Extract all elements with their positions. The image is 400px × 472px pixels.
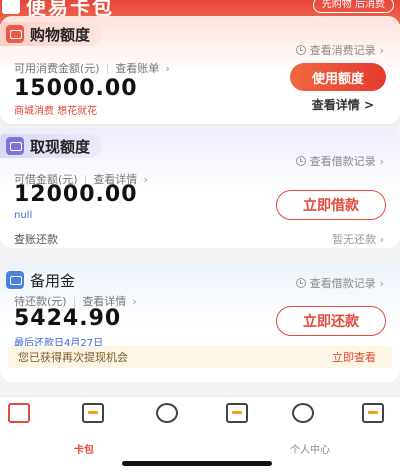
shopping-amount: 15000.00 [14, 76, 138, 101]
shop-first-pill[interactable]: 先购物 后消费 [312, 0, 394, 13]
edit-mark [368, 411, 378, 414]
reserve-fund-tag: 备用金 [0, 268, 87, 292]
shopping-detail-link[interactable]: 查看详情 > [312, 96, 374, 113]
edit-icon[interactable] [362, 403, 384, 423]
chevron-right-icon: › [165, 61, 170, 75]
tab-icon-row [0, 403, 400, 425]
cash-credit-tag: 取现额度 [0, 134, 103, 158]
clock-icon [295, 278, 306, 288]
card-stripe [88, 411, 98, 414]
notice-bar[interactable]: 您已获得再次提现机会 立即查看 [8, 346, 392, 368]
reserve-borrow-record-label: 查看借款记录 [309, 277, 376, 290]
home-indicator [122, 461, 272, 466]
notice-action-link[interactable]: 立即查看 [332, 349, 376, 365]
brand-logo-icon [2, 0, 20, 14]
cash-credit-title: 取现额度 [30, 137, 91, 156]
cash-amount: 12000.00 [14, 182, 138, 207]
gear-icon[interactable] [292, 403, 314, 423]
shopping-credit-card: 购物额度 查看消费记录 › 可用消费金额(元) | 查看账单 › 15000.0… [0, 16, 400, 124]
shopping-slogan: 商城消费 想花就花 [14, 106, 98, 117]
available-amount-label: 可用消费金额(元) [14, 62, 100, 75]
clock-icon [295, 45, 306, 55]
reserve-fund-title: 备用金 [30, 271, 76, 290]
consumption-record-link[interactable]: 查看消费记录 › [295, 42, 384, 58]
help-mark [232, 411, 242, 414]
cash-credit-card: 取现额度 查看借款记录 › 可借金额(元) | 查看详情 › 12000.00 … [0, 128, 400, 248]
headset-icon[interactable] [156, 403, 178, 423]
reserve-fund-icon [6, 271, 24, 289]
no-repay-status[interactable]: 暂无还款 › [332, 231, 384, 247]
shopping-credit-tag: 购物额度 [0, 22, 103, 46]
chevron-right-icon: › [132, 294, 137, 308]
bill-link[interactable]: 查看账单 [115, 60, 159, 76]
cash-bottom-row: 查账还款 暂无还款 › [14, 231, 384, 247]
shopping-bag-icon [6, 25, 24, 43]
consumption-record-label: 查看消费记录 [309, 44, 376, 57]
cash-note: null [14, 210, 33, 221]
chevron-right-icon: › [379, 276, 384, 290]
borrow-now-button[interactable]: 立即借款 [276, 190, 386, 220]
borrow-record-link[interactable]: 查看借款记录 › [295, 153, 384, 169]
help-icon[interactable] [226, 403, 248, 423]
tab-wallet-label[interactable]: 卡包 [74, 441, 94, 456]
card-icon[interactable] [82, 403, 104, 423]
chevron-right-icon: › [379, 43, 384, 57]
use-credit-button[interactable]: 使用额度 [290, 63, 386, 91]
check-repay-link[interactable]: 查账还款 [14, 231, 58, 247]
wallet-icon [6, 137, 24, 155]
divider: | [105, 61, 110, 75]
chevron-right-icon: › [143, 172, 148, 186]
shopping-credit-title: 购物额度 [30, 25, 91, 44]
reserve-amount: 5424.90 [14, 306, 122, 331]
borrow-record-label: 查看借款记录 [309, 155, 376, 168]
repay-now-button[interactable]: 立即还款 [276, 306, 386, 336]
notice-text: 您已获得再次提现机会 [18, 351, 128, 364]
store-icon[interactable] [8, 403, 30, 423]
tab-profile-label[interactable]: 个人中心 [290, 441, 330, 456]
bottom-tab-bar: 卡包 个人中心 [0, 396, 400, 472]
reserve-borrow-record-link[interactable]: 查看借款记录 › [295, 275, 384, 291]
shopping-sub-row: 可用消费金额(元) | 查看账单 › [14, 60, 170, 76]
clock-icon [295, 156, 306, 166]
reserve-fund-card: 备用金 查看借款记录 › 待还款(元) | 查看详情 › 5424.90 最后还… [0, 264, 400, 382]
chevron-right-icon: › [379, 154, 384, 168]
